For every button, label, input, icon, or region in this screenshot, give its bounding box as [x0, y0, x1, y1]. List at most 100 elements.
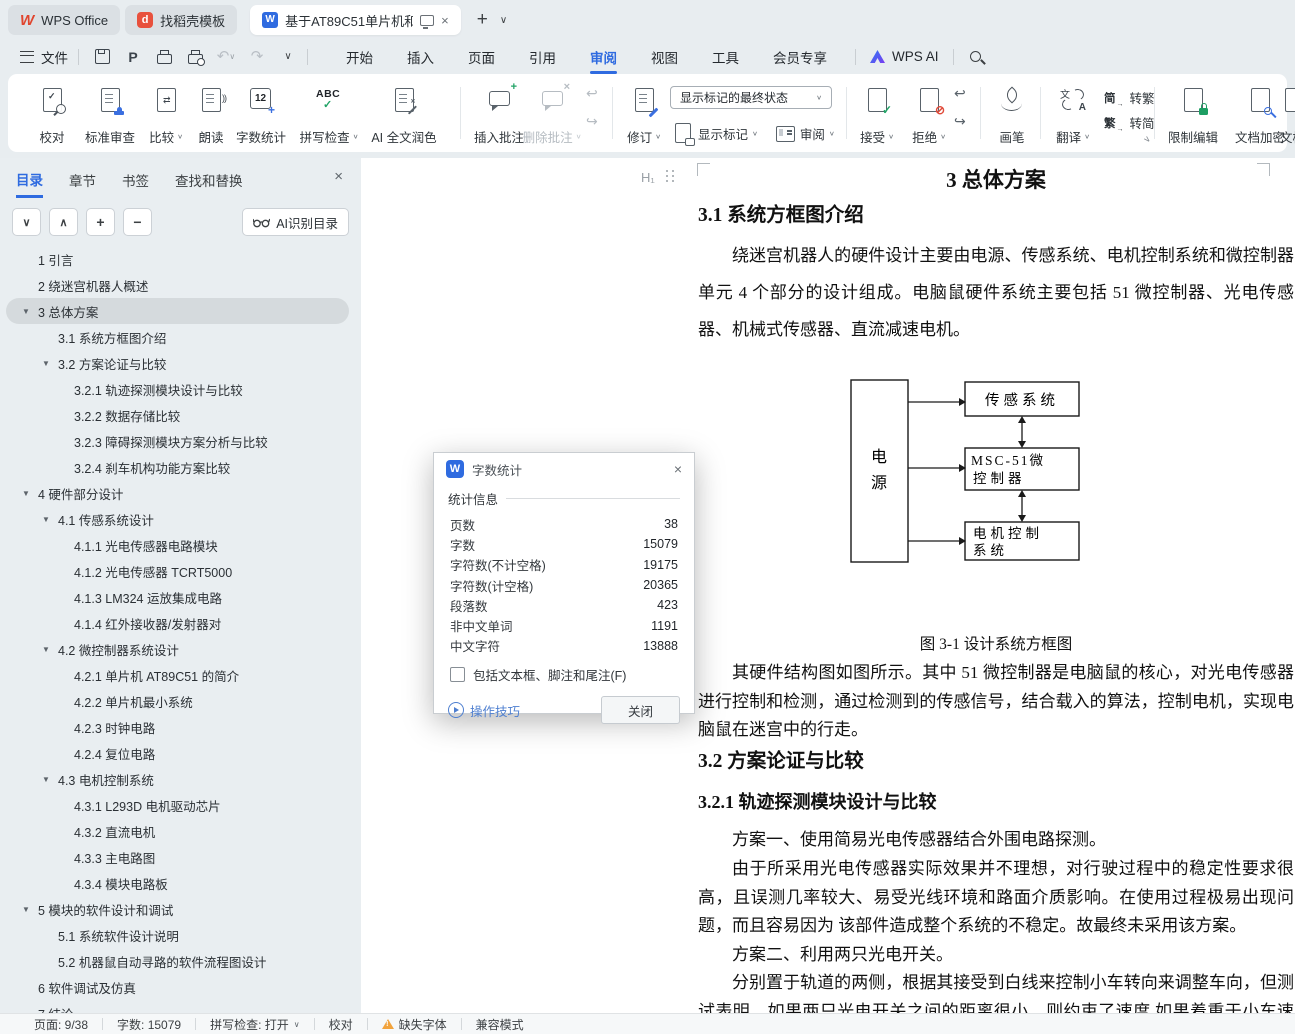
menu-tab[interactable]: 审阅 [588, 41, 619, 74]
new-tab-button[interactable]: + [477, 9, 488, 31]
include-textboxes-checkbox[interactable]: 包括文本框、脚注和尾注(F) [434, 656, 694, 684]
toc-item[interactable]: ▼ 4 硬件部分设计 [0, 480, 361, 506]
toc-expand-arrow-icon[interactable]: ▼ [42, 515, 58, 524]
accept-change-button[interactable]: ✓ 接受 ∨ [852, 83, 902, 150]
toc-item[interactable]: ▼ 4.2 微控制器系统设计 [0, 636, 361, 662]
sidebar-tab[interactable]: 书签 [122, 162, 149, 196]
ai-polish-button[interactable]: AI 全文润色 [358, 83, 450, 150]
toc-item[interactable]: 4.3.3 主电路图 [0, 844, 361, 870]
tab-current-document[interactable]: W 基于AT89C51单片机和路径规 × [250, 5, 461, 35]
close-dialog-icon[interactable]: × [674, 461, 682, 477]
toc-item[interactable]: 3.2.2 数据存储比较 [0, 402, 361, 428]
toc-item[interactable]: 4.3.2 直流电机 [0, 818, 361, 844]
tab-list-chevron-icon[interactable]: ∨ [500, 15, 507, 26]
sidebar-tab[interactable]: 目录 [16, 161, 43, 198]
toc-item[interactable]: 5.2 机器鼠自动寻路的软件流程图设计 [0, 948, 361, 974]
toc-item[interactable]: 3.2.4 刹车机构功能方案比较 [0, 454, 361, 480]
menu-tab[interactable]: 工具 [710, 41, 741, 73]
hamburger-menu-icon[interactable] [20, 50, 34, 63]
missing-font-warning[interactable]: 缺失字体 [368, 1016, 461, 1033]
toc-item[interactable]: 2 绕迷宫机器人概述 [0, 272, 361, 298]
toc-item[interactable]: 3.1 系统方框图介绍 [0, 324, 361, 350]
toc-item[interactable]: 6 软件调试及仿真 [0, 974, 361, 1000]
toc-item[interactable]: 7 结论 [0, 1000, 361, 1015]
translate-button[interactable]: 文A 翻译 ∨ [1046, 83, 1100, 150]
drag-handle-icon[interactable] [666, 170, 675, 184]
toc-item[interactable]: ▼ 4.1 传感系统设计 [0, 506, 361, 532]
dialog-titlebar[interactable]: W 字数统计 × [434, 453, 694, 485]
toc-item[interactable]: 1 引言 [0, 246, 361, 272]
zoom-out-toc-button[interactable]: − [123, 208, 152, 236]
toc-item[interactable]: 5.1 系统软件设计说明 [0, 922, 361, 948]
standard-review-button[interactable]: 标准审查 [78, 83, 142, 150]
menu-tab[interactable]: 引用 [527, 41, 558, 73]
page-indicator[interactable]: 页面: 9/38 [0, 1016, 102, 1033]
sidebar-tab[interactable]: 查找和替换 [175, 162, 243, 196]
proofread-status[interactable]: 校对 [315, 1016, 367, 1033]
toc-expand-arrow-icon[interactable]: ▼ [42, 359, 58, 368]
show-markup-button[interactable]: 显示标记 ∨ [670, 121, 758, 146]
close-sidebar-icon[interactable]: × [334, 168, 343, 185]
save-button[interactable] [93, 48, 111, 66]
reject-change-button[interactable]: ⊘ 拒绝 ∨ [904, 83, 954, 150]
compatibility-mode-indicator[interactable]: 兼容模式 [462, 1016, 538, 1033]
toc-item[interactable]: 4.1.2 光电传感器 TCRT5000 [0, 558, 361, 584]
collapse-all-button[interactable]: ∨ [12, 208, 41, 236]
track-changes-button[interactable]: 修订 ∨ [620, 83, 668, 150]
wps-ai-button[interactable]: WPS AI [870, 49, 939, 64]
toc-item[interactable]: 3.2.3 障碍探测模块方案分析与比较 [0, 428, 361, 454]
previous-change-icon[interactable]: ↩ [954, 86, 966, 100]
toc-expand-arrow-icon[interactable]: ▼ [22, 905, 38, 914]
toc-item[interactable]: ▼ 3 总体方案 [6, 298, 349, 324]
word-count-button[interactable]: 12 + 字数统计 [230, 83, 292, 150]
toc-item[interactable]: 4.1.3 LM324 运放集成电路 [0, 584, 361, 610]
compare-button[interactable]: ⇄ 比较 ∨ [140, 83, 192, 150]
search-icon[interactable] [969, 51, 981, 62]
toc-item[interactable]: 4.1.1 光电传感器电路模块 [0, 532, 361, 558]
spell-check-button[interactable]: ABC ✓ 拼写检查 ∨ [292, 83, 366, 150]
tab-wps-office[interactable]: W WPS Office [8, 5, 121, 35]
toc-item[interactable]: 4.2.3 时钟电路 [0, 714, 361, 740]
menu-tab[interactable]: 视图 [649, 41, 680, 73]
expand-all-button[interactable]: ∧ [49, 208, 78, 236]
menu-tab[interactable]: 页面 [466, 41, 497, 73]
toc-item[interactable]: ▼ 5 模块的软件设计和调试 [0, 896, 361, 922]
toc-item[interactable]: ▼ 3.2 方案论证与比较 [0, 350, 361, 376]
checkbox-icon[interactable] [450, 667, 465, 683]
spellcheck-toggle[interactable]: 拼写检查: 打开 ∨ [196, 1016, 314, 1033]
to-simplified-button[interactable]: 繁 转简 [1104, 113, 1155, 133]
toc-item[interactable]: ▼ 4.3 电机控制系统 [0, 766, 361, 792]
restrict-editing-button[interactable]: 限制编辑 [1160, 83, 1226, 150]
toc-item[interactable]: 4.3.1 L293D 电机驱动芯片 [0, 792, 361, 818]
file-menu[interactable]: 文件 [41, 47, 68, 67]
export-pdf-button[interactable]: P [124, 48, 142, 66]
toc-item[interactable]: 3.2.1 轨迹探测模块设计与比较 [0, 376, 361, 402]
undo-button[interactable]: ↶ ∨ [217, 48, 235, 66]
tab-docer-templates[interactable]: d 找稻壳模板 [125, 5, 238, 35]
close-button[interactable]: 关闭 [601, 696, 680, 725]
read-aloud-button[interactable]: )) 朗读 [188, 83, 234, 150]
toc-item[interactable]: 4.2.4 复位电路 [0, 740, 361, 766]
word-count-indicator[interactable]: 字数: 15079 [103, 1016, 195, 1033]
toc-expand-arrow-icon[interactable]: ▼ [22, 307, 38, 316]
redo-button[interactable]: ↷ [248, 48, 266, 66]
toc-expand-arrow-icon[interactable]: ▼ [22, 489, 38, 498]
review-pane-button[interactable]: 审阅 ∨ [772, 121, 835, 145]
group-expander-icon[interactable]: ∨ [1141, 133, 1153, 145]
toc-expand-arrow-icon[interactable]: ▼ [42, 645, 58, 654]
to-traditional-button[interactable]: 简 转繁 [1104, 88, 1155, 108]
toc-item[interactable]: 4.2.1 单片机 AT89C51 的简介 [0, 662, 361, 688]
quickbar-more-button[interactable]: ∨ [279, 48, 297, 66]
print-preview-button[interactable] [186, 48, 205, 66]
menu-tab[interactable]: 开始 [344, 41, 375, 73]
next-change-icon[interactable]: ↪ [954, 114, 966, 128]
toc-item[interactable]: 4.2.2 单片机最小系统 [0, 688, 361, 714]
zoom-in-toc-button[interactable]: + [86, 208, 115, 236]
tips-link[interactable]: 操作技巧 [470, 701, 520, 720]
ai-recognize-toc-button[interactable]: AI识别目录 [242, 208, 349, 236]
toc-item[interactable]: 4.3.4 模块电路板 [0, 870, 361, 896]
toc-item[interactable]: 4.1.4 红外接收器/发射器对 [0, 610, 361, 636]
markup-state-dropdown[interactable]: 显示标记的最终状态 ∨ [670, 86, 832, 109]
next-comment-icon[interactable]: ↪ [586, 114, 598, 128]
clipped-ribbon-button[interactable]: 文档 [1280, 83, 1295, 150]
